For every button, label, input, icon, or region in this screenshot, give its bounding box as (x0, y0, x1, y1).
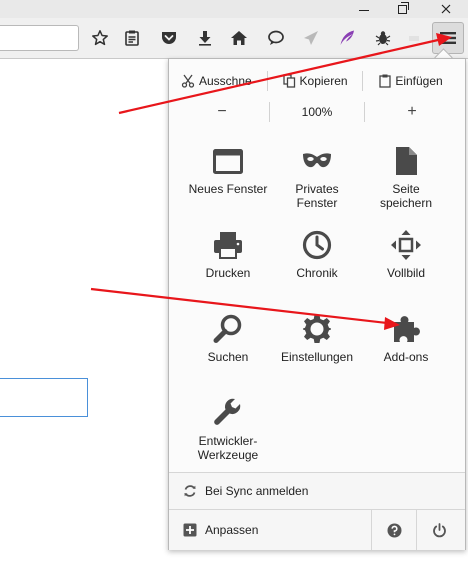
private-mask-icon (303, 153, 331, 168)
bug-icon (375, 31, 391, 46)
zoom-controls: − 100% + (181, 99, 453, 125)
customize-button[interactable]: Anpassen (183, 523, 258, 537)
reading-list-button[interactable] (120, 27, 144, 49)
printer-icon (214, 232, 242, 259)
download-icon (199, 31, 211, 46)
zoom-in-button[interactable]: + (371, 103, 453, 121)
maximize-button[interactable] (382, 0, 422, 18)
chat-icon (268, 30, 284, 45)
pocket-icon (162, 32, 176, 44)
plus-box-icon (183, 523, 197, 537)
tile-label: Seite speichern (379, 182, 433, 210)
cut-button[interactable]: Ausschne (181, 74, 261, 88)
tile-label: Chronik (296, 266, 338, 280)
new-window-button[interactable]: Neues Fenster (179, 141, 277, 196)
fullscreen-button[interactable]: Vollbild (357, 225, 455, 280)
zoom-out-button[interactable]: − (181, 103, 263, 121)
help-button[interactable] (371, 510, 416, 550)
send-icon (304, 31, 318, 45)
navigation-toolbar (0, 18, 468, 59)
bookmark-star-button[interactable] (88, 27, 112, 49)
minimize-icon (359, 9, 369, 11)
save-page-button[interactable]: Seite speichern (357, 141, 455, 210)
wrench-icon (214, 398, 241, 425)
star-icon (92, 30, 108, 46)
tile-label: Suchen (207, 350, 249, 364)
puzzle-icon (394, 316, 420, 342)
minimize-button[interactable] (344, 0, 384, 18)
toolbar-spacer-button[interactable] (402, 27, 426, 49)
sync-label: Bei Sync anmelden (205, 484, 309, 498)
open-menu-button[interactable] (432, 22, 464, 54)
clipboard-icon (379, 74, 391, 88)
history-button[interactable]: Chronik (268, 225, 366, 280)
quit-button[interactable] (416, 510, 461, 550)
window-titlebar (0, 0, 468, 18)
main-menu-panel: Ausschne Kopieren Einfügen − 100% + Neue… (168, 58, 466, 550)
downloads-button[interactable] (193, 27, 217, 49)
reading-list-icon (125, 30, 139, 46)
blank-extension-icon (409, 36, 419, 41)
paste-label: Einfügen (395, 74, 443, 88)
share-button[interactable] (299, 27, 323, 49)
home-button[interactable] (227, 27, 251, 49)
help-icon (387, 523, 401, 537)
addons-button[interactable]: Add-ons (357, 309, 455, 364)
pocket-button[interactable] (157, 27, 181, 49)
copy-label: Kopieren (299, 74, 348, 88)
save-page-icon (396, 147, 417, 175)
zoom-separator (269, 102, 270, 122)
tile-label: Einstellungen (280, 350, 354, 364)
edit-separator (362, 71, 364, 91)
developer-tools-button[interactable]: Entwickler-Werkzeuge (179, 393, 277, 462)
sync-signin-button[interactable]: Bei Sync anmelden (169, 472, 465, 509)
tile-label: Drucken (205, 266, 251, 280)
feather-extension-button[interactable] (335, 27, 359, 49)
find-button[interactable]: Suchen (179, 309, 277, 364)
hello-chat-button[interactable] (264, 27, 288, 49)
new-window-icon (213, 149, 243, 174)
copy-button[interactable]: Kopieren (274, 74, 356, 88)
copy-icon (282, 74, 295, 88)
home-icon (231, 31, 247, 45)
clock-icon (302, 230, 332, 260)
tile-label: Privates Fenster (295, 182, 339, 210)
menu-footer: Anpassen (169, 509, 465, 550)
hamburger-menu-icon (440, 32, 456, 44)
close-icon (441, 4, 450, 14)
sync-icon (184, 485, 196, 497)
bug-extension-button[interactable] (371, 27, 395, 49)
close-window-button[interactable] (423, 0, 468, 18)
maximize-icon (397, 1, 409, 14)
paste-button[interactable]: Einfügen (369, 74, 453, 88)
preferences-button[interactable]: Einstellungen (268, 309, 366, 364)
scissors-icon (181, 74, 195, 88)
tile-label: Neues Fenster (188, 182, 268, 196)
customize-label: Anpassen (205, 523, 259, 537)
fullscreen-icon (391, 230, 421, 260)
private-window-button[interactable]: Privates Fenster (268, 141, 366, 210)
tile-label: Vollbild (386, 266, 426, 280)
gear-icon (303, 315, 331, 343)
zoom-reset-button[interactable]: 100% (276, 105, 358, 119)
search-input[interactable] (0, 25, 79, 51)
edit-separator (267, 71, 269, 91)
zoom-separator (364, 102, 365, 122)
cut-label: Ausschne (199, 74, 252, 88)
tile-label: Add-ons (383, 350, 429, 364)
power-icon (432, 522, 446, 537)
tile-label: Entwickler-Werkzeuge (197, 434, 259, 462)
print-button[interactable]: Drucken (179, 225, 277, 280)
magnifier-icon (213, 314, 242, 343)
page-text-field[interactable] (0, 378, 88, 417)
feather-icon (340, 30, 354, 45)
edit-controls: Ausschne Kopieren Einfügen (181, 67, 453, 95)
